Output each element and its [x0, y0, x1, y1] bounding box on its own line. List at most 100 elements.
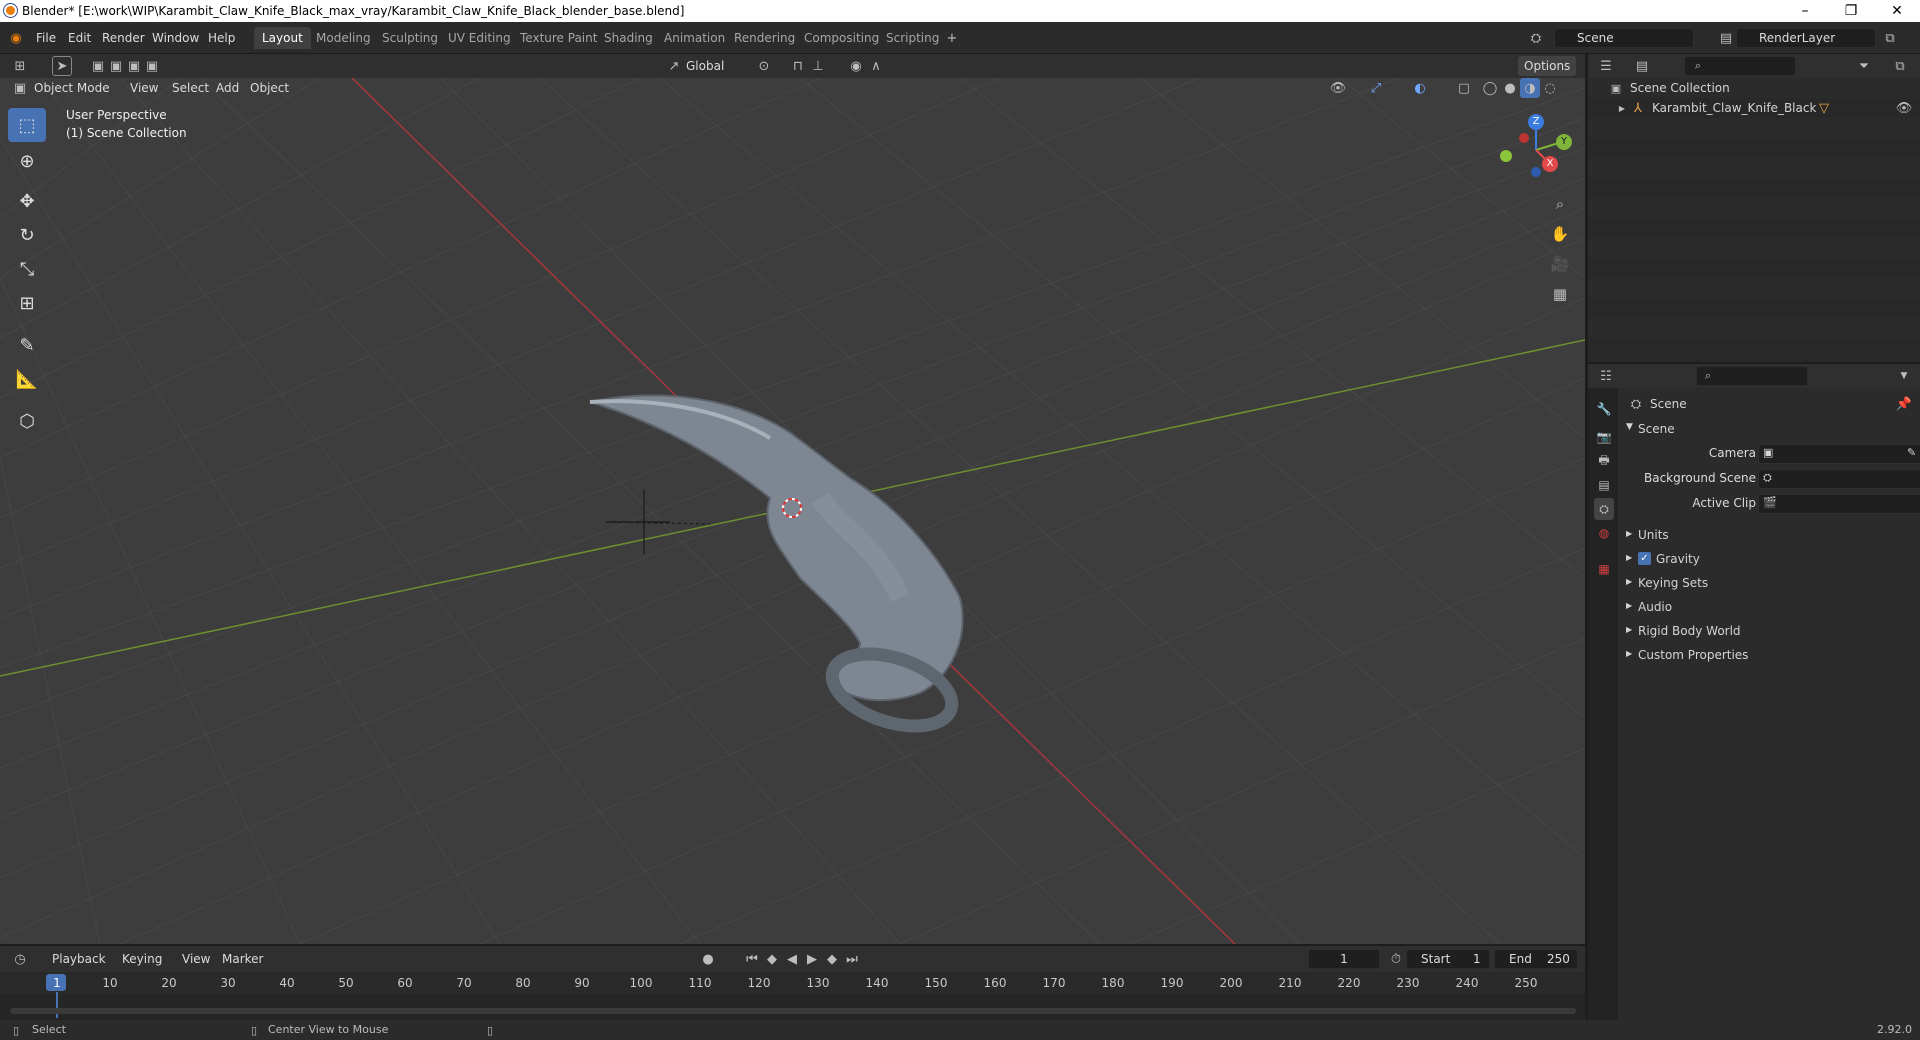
properties-options-icon[interactable]: ▼ — [1894, 366, 1914, 386]
move-tool-icon[interactable]: ✥ — [8, 184, 46, 218]
gravity-section[interactable]: ▶ ✓ Gravity — [1618, 548, 1920, 570]
transform-orientation-dropdown[interactable]: Global — [680, 56, 730, 76]
close-button[interactable]: ✕ — [1874, 0, 1920, 22]
add-cube-tool-icon[interactable]: ⬡ — [8, 404, 46, 438]
current-frame-field[interactable]: 1 — [1308, 949, 1380, 969]
end-frame-field[interactable]: End 250 — [1494, 949, 1578, 969]
auto-keying-icon[interactable]: ● — [698, 949, 718, 969]
overlays-icon[interactable]: ◐ — [1410, 78, 1430, 98]
select-tool-icon[interactable]: ➤ — [52, 56, 72, 76]
solid-shading-icon[interactable]: ● — [1500, 78, 1520, 98]
gizmo-toggle-icon[interactable]: ⤢ — [1366, 78, 1386, 98]
select-mode-subtract-icon[interactable]: ▣ — [124, 56, 144, 76]
texture-tab-icon[interactable]: ▦ — [1594, 558, 1614, 580]
rotate-tool-icon[interactable]: ↻ — [8, 218, 46, 252]
material-shading-icon[interactable]: ◑ — [1520, 78, 1540, 98]
scene-tab-icon[interactable]: ⛭ — [1594, 498, 1614, 520]
snap-target-icon[interactable]: ⊥ — [808, 56, 828, 76]
gizmo-y-axis[interactable]: Y — [1556, 134, 1572, 150]
background-scene-field[interactable]: ⛭ — [1758, 469, 1920, 489]
play-reverse-icon[interactable]: ◀ — [782, 949, 802, 969]
playback-menu[interactable]: Playback — [46, 949, 112, 969]
menu-file[interactable]: File — [30, 28, 62, 48]
view-layer-tab-icon[interactable]: ▤ — [1594, 474, 1614, 496]
pin-icon[interactable]: 📌 — [1894, 394, 1914, 414]
scene-panel-header[interactable]: ▼ Scene — [1618, 418, 1920, 440]
object-mode-dropdown[interactable]: Object Mode — [28, 78, 116, 98]
jump-start-icon[interactable]: ⏮ — [742, 949, 762, 969]
filter-icon[interactable]: ⏷ — [1854, 56, 1874, 76]
blender-menu-icon[interactable]: ◉ — [6, 28, 26, 48]
snap-icon[interactable]: ⊓ — [788, 56, 808, 76]
renderlayer-icon[interactable]: ▤ — [1716, 28, 1736, 48]
tab-uv-editing[interactable]: UV Editing — [440, 27, 519, 49]
scene-field[interactable]: Scene — [1554, 28, 1694, 48]
tab-rendering[interactable]: Rendering — [726, 27, 803, 49]
scene-selector-icon[interactable]: ⛭ — [1526, 28, 1546, 48]
menu-render[interactable]: Render — [96, 28, 151, 48]
tab-scripting[interactable]: Scripting — [878, 27, 947, 49]
transform-tool-icon[interactable]: ⊞ — [8, 286, 46, 320]
new-renderlayer-icon[interactable]: ⧉ — [1880, 28, 1900, 48]
gizmo-z-axis[interactable]: Z — [1528, 114, 1544, 130]
units-section[interactable]: ▶ Units — [1618, 524, 1920, 546]
viewport-menu-view[interactable]: View — [124, 78, 164, 98]
frame-ruler[interactable]: 1 10 20 30 40 50 60 70 80 90 100 110 120… — [0, 972, 1585, 994]
outliner-editor-type-icon[interactable]: ☰ — [1596, 56, 1616, 76]
jump-end-icon[interactable]: ⏭ — [842, 949, 862, 969]
menu-edit[interactable]: Edit — [62, 28, 97, 48]
perspective-toggle-icon[interactable]: ▦ — [1550, 284, 1570, 304]
scale-tool-icon[interactable]: ⤡ — [8, 252, 46, 286]
xray-icon[interactable]: ▢ — [1454, 78, 1474, 98]
zoom-icon[interactable]: ⌕ — [1550, 194, 1570, 214]
proportional-edit-icon[interactable]: ◉ — [846, 56, 866, 76]
viewport-menu-add[interactable]: Add — [210, 78, 245, 98]
gravity-checkbox[interactable]: ✓ — [1638, 552, 1651, 565]
render-tab-icon[interactable]: 📷 — [1594, 426, 1614, 448]
cursor-tool-icon[interactable]: ⊕ — [8, 144, 46, 178]
annotate-tool-icon[interactable]: ✎ — [8, 328, 46, 362]
active-clip-field[interactable]: 🎬 — [1758, 494, 1920, 514]
mesh-data-icon[interactable]: ▽ — [1814, 98, 1834, 118]
editor-type-icon[interactable]: ⊞ — [10, 56, 30, 76]
tab-layout[interactable]: Layout — [254, 27, 311, 49]
timeline-area[interactable]: 1 10 20 30 40 50 60 70 80 90 100 110 120… — [0, 972, 1585, 1020]
timeline-editor-type-icon[interactable]: ◷ — [10, 949, 30, 969]
output-tab-icon[interactable]: 🖶 — [1594, 450, 1614, 472]
viewport-menu-object[interactable]: Object — [244, 78, 295, 98]
eye-visibility-icon[interactable]: 👁 — [1894, 98, 1914, 118]
tab-compositing[interactable]: Compositing — [796, 27, 887, 49]
preview-range-icon[interactable]: ⏱ — [1386, 949, 1406, 969]
gizmo-x-axis[interactable]: X — [1542, 156, 1558, 172]
renderlayer-field[interactable]: RenderLayer — [1736, 28, 1876, 48]
camera-field[interactable]: ▣ ✎ — [1758, 444, 1920, 464]
tab-shading[interactable]: Shading — [596, 27, 661, 49]
pan-hand-icon[interactable]: ✋ — [1550, 224, 1570, 244]
start-frame-field[interactable]: Start 1 — [1406, 949, 1490, 969]
marker-menu[interactable]: Marker — [216, 949, 269, 969]
viewport-menu-select[interactable]: Select — [166, 78, 215, 98]
knife-model[interactable] — [589, 394, 964, 739]
pivot-point-icon[interactable]: ⊙ — [754, 56, 774, 76]
rigid-body-world-section[interactable]: ▶ Rigid Body World — [1618, 620, 1920, 642]
custom-properties-section[interactable]: ▶ Custom Properties — [1618, 644, 1920, 666]
outliner-row-knife[interactable]: ▶ ⅄ Karambit_Claw_Knife_Black ▽ 👁 — [1588, 98, 1920, 118]
select-box-tool-icon[interactable]: ⬚ — [8, 108, 46, 142]
tab-texture-paint[interactable]: Texture Paint — [512, 27, 605, 49]
tool-tab-icon[interactable]: 🔧 — [1594, 398, 1614, 420]
keying-menu[interactable]: Keying — [116, 949, 168, 969]
rendered-shading-icon[interactable]: ◌ — [1540, 78, 1560, 98]
restore-button[interactable]: ❐ — [1828, 0, 1874, 22]
select-mode-new-icon[interactable]: ▣ — [88, 56, 108, 76]
keying-sets-section[interactable]: ▶ Keying Sets — [1618, 572, 1920, 594]
properties-editor-type-icon[interactable]: ☷ — [1596, 366, 1616, 386]
3d-viewport[interactable]: User Perspective (1) Scene Collection Z … — [0, 78, 1585, 944]
menu-help[interactable]: Help — [202, 28, 241, 48]
jump-keyframe-forward-icon[interactable]: ◆ — [822, 949, 842, 969]
world-tab-icon[interactable]: ◍ — [1594, 522, 1614, 544]
camera-view-icon[interactable]: 🎥 — [1550, 254, 1570, 274]
wireframe-shading-icon[interactable]: ◯ — [1480, 78, 1500, 98]
audio-section[interactable]: ▶ Audio — [1618, 596, 1920, 618]
select-mode-extend-icon[interactable]: ▣ — [106, 56, 126, 76]
visibility-icon[interactable]: 👁 — [1328, 78, 1348, 98]
